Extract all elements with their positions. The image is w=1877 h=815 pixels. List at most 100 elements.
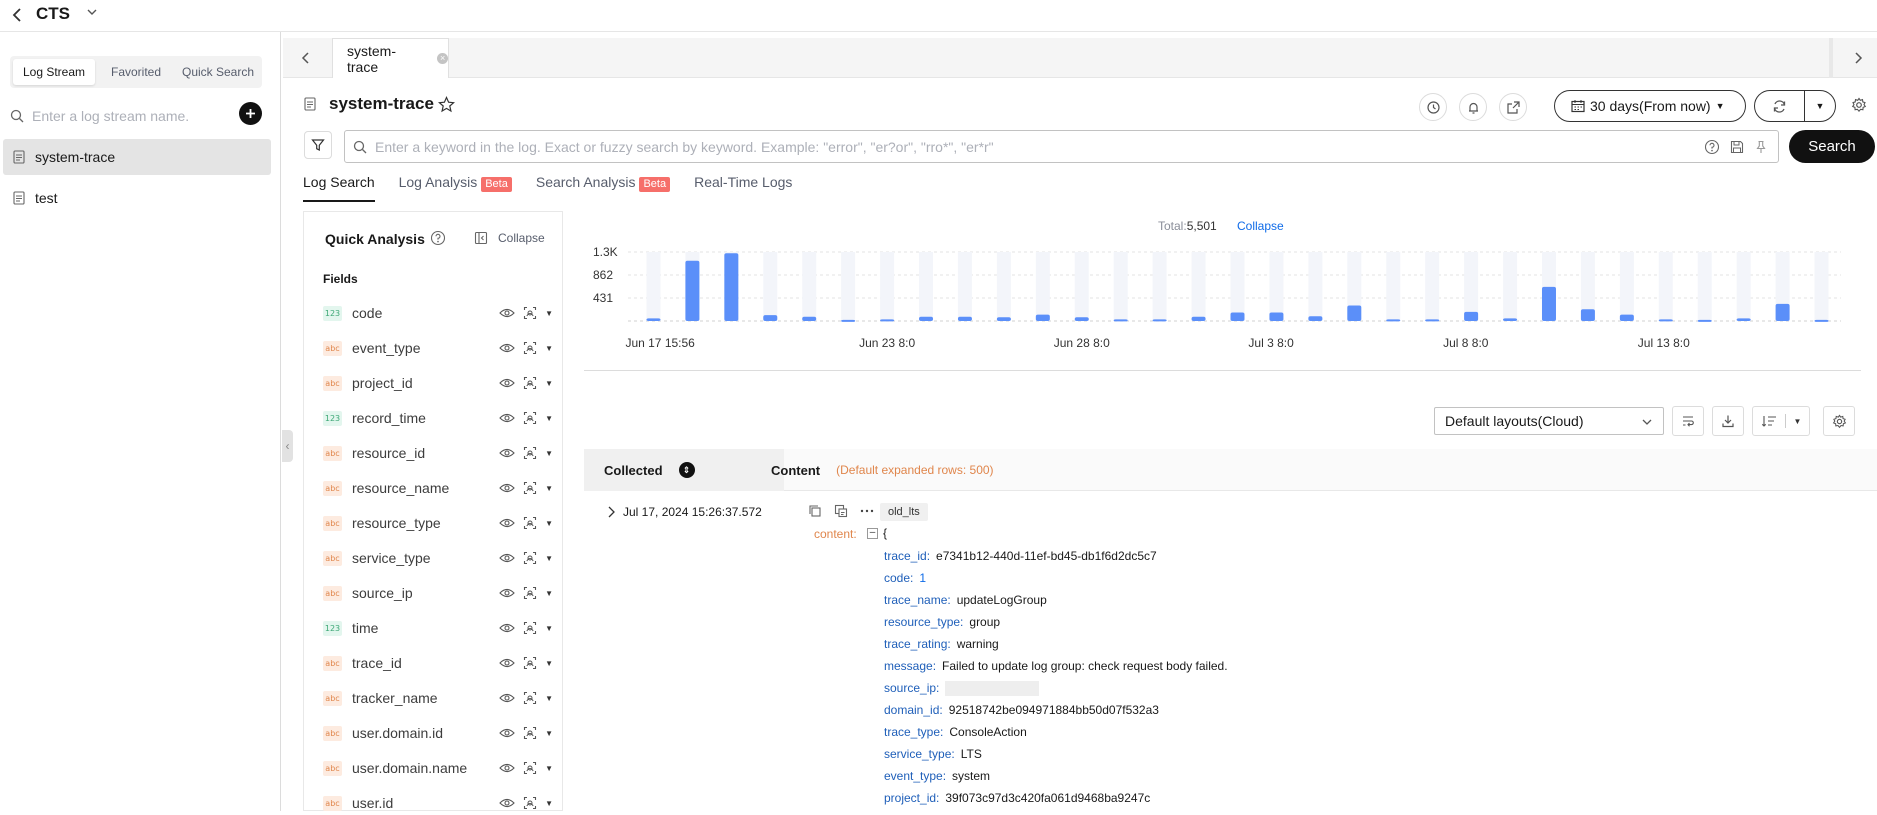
field-key[interactable]: domain_id: bbox=[884, 703, 943, 717]
analyze-icon[interactable] bbox=[523, 516, 537, 530]
field-row[interactable]: abc resource_type ▼ bbox=[323, 511, 553, 535]
field-key[interactable]: service_type: bbox=[884, 747, 955, 761]
add-stream-button[interactable] bbox=[239, 102, 262, 125]
field-row[interactable]: abc user.id ▼ bbox=[323, 791, 553, 815]
caret-down-icon[interactable]: ▼ bbox=[545, 589, 553, 598]
tab-real-time-logs[interactable]: Real-Time Logs bbox=[694, 174, 792, 202]
caret-down-icon[interactable]: ▼ bbox=[545, 519, 553, 528]
field-row[interactable]: 123 record_time ▼ bbox=[323, 406, 553, 430]
eye-icon[interactable] bbox=[499, 482, 515, 494]
analyze-icon[interactable] bbox=[523, 411, 537, 425]
field-row[interactable]: abc tracker_name ▼ bbox=[323, 686, 553, 710]
column-collected[interactable]: Collected ⇕ bbox=[584, 449, 784, 491]
bell-icon[interactable] bbox=[1459, 93, 1487, 121]
field-row[interactable]: abc trace_id ▼ bbox=[323, 651, 553, 675]
eye-icon[interactable] bbox=[499, 412, 515, 424]
field-key[interactable]: event_type: bbox=[884, 769, 946, 783]
field-key[interactable]: code: bbox=[884, 571, 913, 585]
analyze-icon[interactable] bbox=[523, 586, 537, 600]
analyze-icon[interactable] bbox=[523, 726, 537, 740]
stream-search-input[interactable] bbox=[32, 108, 232, 124]
field-key[interactable]: trace_type: bbox=[884, 725, 943, 739]
caret-down-icon[interactable]: ▼ bbox=[545, 449, 553, 458]
context-view-icon[interactable] bbox=[834, 504, 848, 518]
analyze-icon[interactable] bbox=[523, 341, 537, 355]
field-key[interactable]: trace_id: bbox=[884, 549, 930, 563]
chevron-left-icon[interactable] bbox=[301, 51, 311, 65]
eye-icon[interactable] bbox=[499, 657, 515, 669]
field-row[interactable]: abc event_type ▼ bbox=[323, 336, 553, 360]
field-row[interactable]: abc user.domain.name ▼ bbox=[323, 756, 553, 780]
caret-down-icon[interactable]: ▼ bbox=[545, 379, 553, 388]
help-icon[interactable] bbox=[1704, 139, 1720, 155]
refresh-interval-dropdown[interactable]: ▼ bbox=[1805, 91, 1835, 121]
field-row[interactable]: abc resource_name ▼ bbox=[323, 476, 553, 500]
eye-icon[interactable] bbox=[499, 517, 515, 529]
field-row[interactable]: abc source_ip ▼ bbox=[323, 581, 553, 605]
field-row[interactable]: abc user.domain.id ▼ bbox=[323, 721, 553, 745]
analyze-icon[interactable] bbox=[523, 551, 537, 565]
save-icon[interactable] bbox=[1730, 140, 1744, 154]
collapse-sidebar-handle[interactable]: ‹ bbox=[282, 430, 293, 462]
eye-icon[interactable] bbox=[499, 447, 515, 459]
chevron-right-icon[interactable] bbox=[606, 505, 616, 519]
caret-down-icon[interactable]: ▼ bbox=[545, 624, 553, 633]
chevron-right-icon[interactable] bbox=[1853, 51, 1863, 65]
field-key[interactable]: message: bbox=[884, 659, 936, 673]
eye-icon[interactable] bbox=[499, 342, 515, 354]
field-key[interactable]: project_id: bbox=[884, 791, 939, 805]
filter-button[interactable] bbox=[304, 131, 332, 159]
history-icon[interactable] bbox=[1419, 93, 1447, 121]
caret-down-icon[interactable]: ▼ bbox=[545, 414, 553, 423]
caret-down-icon[interactable]: ▼ bbox=[545, 694, 553, 703]
caret-down-icon[interactable]: ▼ bbox=[545, 309, 553, 318]
star-icon[interactable] bbox=[438, 96, 455, 113]
collapse-json-toggle[interactable]: – bbox=[867, 528, 878, 539]
analyze-icon[interactable] bbox=[523, 306, 537, 320]
keyword-search-input[interactable] bbox=[375, 138, 1704, 155]
field-row[interactable]: abc project_id ▼ bbox=[323, 371, 553, 395]
tab-log-search[interactable]: Log Search bbox=[303, 174, 375, 202]
eye-icon[interactable] bbox=[499, 692, 515, 704]
caret-down-icon[interactable]: ▼ bbox=[545, 554, 553, 563]
eye-icon[interactable] bbox=[499, 552, 515, 564]
wrap-lines-button[interactable] bbox=[1672, 406, 1704, 436]
stream-item-test[interactable]: test bbox=[3, 180, 271, 216]
analyze-icon[interactable] bbox=[523, 761, 537, 775]
close-icon[interactable]: × bbox=[437, 53, 448, 64]
stream-item-system-trace[interactable]: system-trace bbox=[3, 139, 271, 175]
copy-icon[interactable] bbox=[808, 504, 822, 518]
eye-icon[interactable] bbox=[499, 797, 515, 809]
eye-icon[interactable] bbox=[499, 377, 515, 389]
caret-down-icon[interactable]: ▼ bbox=[545, 344, 553, 353]
analyze-icon[interactable] bbox=[523, 376, 537, 390]
caret-down-icon[interactable]: ▼ bbox=[545, 799, 553, 808]
pin-icon[interactable] bbox=[1754, 140, 1768, 154]
table-settings-button[interactable] bbox=[1823, 406, 1855, 436]
field-key[interactable]: trace_name: bbox=[884, 593, 951, 607]
more-icon[interactable] bbox=[859, 504, 875, 518]
share-icon[interactable] bbox=[1499, 93, 1527, 121]
help-icon[interactable] bbox=[430, 230, 446, 246]
caret-down-icon[interactable]: ▼ bbox=[545, 764, 553, 773]
chart-collapse-link[interactable]: Collapse bbox=[1237, 219, 1284, 233]
field-row[interactable]: abc resource_id ▼ bbox=[323, 441, 553, 465]
tab-quick-search[interactable]: Quick Search bbox=[177, 59, 259, 85]
tab-log-stream[interactable]: Log Stream bbox=[13, 59, 95, 85]
layout-select[interactable]: Default layouts(Cloud) bbox=[1434, 407, 1664, 435]
eye-icon[interactable] bbox=[499, 727, 515, 739]
eye-icon[interactable] bbox=[499, 762, 515, 774]
gear-icon[interactable] bbox=[1851, 97, 1867, 113]
analyze-icon[interactable] bbox=[523, 691, 537, 705]
caret-down-icon[interactable]: ▼ bbox=[545, 484, 553, 493]
chevron-down-icon[interactable] bbox=[86, 6, 98, 18]
tab-log-analysis[interactable]: Log Analysis Beta bbox=[399, 174, 512, 202]
field-row[interactable]: 123 code ▼ bbox=[323, 301, 553, 325]
analyze-icon[interactable] bbox=[523, 656, 537, 670]
refresh-button[interactable] bbox=[1755, 91, 1805, 121]
caret-down-icon[interactable]: ▼ bbox=[545, 659, 553, 668]
quick-analysis-collapse[interactable]: Collapse bbox=[474, 231, 545, 245]
field-row[interactable]: abc service_type ▼ bbox=[323, 546, 553, 570]
analyze-icon[interactable] bbox=[523, 446, 537, 460]
tab-search-analysis[interactable]: Search Analysis Beta bbox=[536, 174, 671, 202]
